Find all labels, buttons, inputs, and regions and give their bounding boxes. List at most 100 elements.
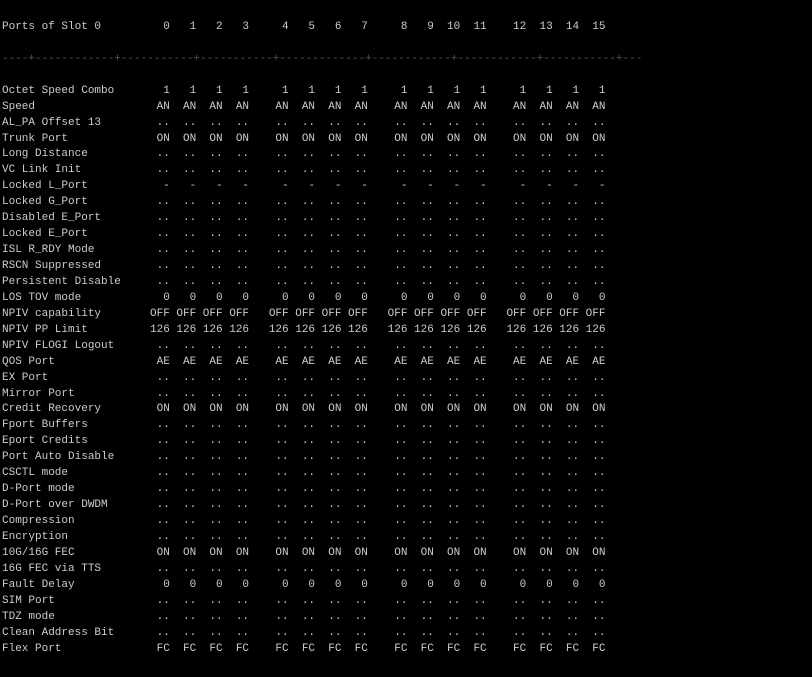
row-values: 1 1 1 1 1 1 1 1 1 1 1 1 1 1 1 1 xyxy=(150,84,810,100)
table-row: VC Link Init .. .. .. .. .. .. .. .. .. … xyxy=(2,163,810,179)
row-values: AN AN AN AN AN AN AN AN AN AN AN AN AN A… xyxy=(150,100,810,116)
row-label: TDZ mode xyxy=(2,610,150,626)
row-values: .. .. .. .. .. .. .. .. .. .. .. .. .. .… xyxy=(150,514,810,530)
row-label: CSCTL mode xyxy=(2,466,150,482)
table-row: Locked G_Port .. .. .. .. .. .. .. .. ..… xyxy=(2,195,810,211)
table-row: 10G/16G FEC ON ON ON ON ON ON ON ON ON O… xyxy=(2,546,810,562)
table-row: TDZ mode .. .. .. .. .. .. .. .. .. .. .… xyxy=(2,610,810,626)
row-label: Fault Delay xyxy=(2,578,150,594)
table-row: Speed AN AN AN AN AN AN AN AN AN AN AN A… xyxy=(2,100,810,116)
row-values: .. .. .. .. .. .. .. .. .. .. .. .. .. .… xyxy=(150,450,810,466)
row-label: Trunk Port xyxy=(2,132,150,148)
row-values: .. .. .. .. .. .. .. .. .. .. .. .. .. .… xyxy=(150,259,810,275)
header-cols: 0 1 2 3 4 5 6 7 8 9 10 11 12 13 14 15 xyxy=(150,20,810,36)
table-row: Fault Delay 0 0 0 0 0 0 0 0 0 0 0 0 0 0 … xyxy=(2,578,810,594)
row-label: Persistent Disable xyxy=(2,275,150,291)
row-label: 16G FEC via TTS xyxy=(2,562,150,578)
row-values: - - - - - - - - - - - - - - - - xyxy=(150,179,810,195)
row-label: D-Port over DWDM xyxy=(2,498,150,514)
row-values: AE AE AE AE AE AE AE AE AE AE AE AE AE A… xyxy=(150,355,810,371)
row-values: 0 0 0 0 0 0 0 0 0 0 0 0 0 0 0 0 xyxy=(150,578,810,594)
table-row: Eport Credits .. .. .. .. .. .. .. .. ..… xyxy=(2,434,810,450)
row-label: Credit Recovery xyxy=(2,402,150,418)
row-label: 10G/16G FEC xyxy=(2,546,150,562)
row-label: Flex Port xyxy=(2,642,150,658)
row-label: Fport Buffers xyxy=(2,418,150,434)
row-values: .. .. .. .. .. .. .. .. .. .. .. .. .. .… xyxy=(150,594,810,610)
row-label: Compression xyxy=(2,514,150,530)
row-values: .. .. .. .. .. .. .. .. .. .. .. .. .. .… xyxy=(150,371,810,387)
table-row: Mirror Port .. .. .. .. .. .. .. .. .. .… xyxy=(2,387,810,403)
row-label: Disabled E_Port xyxy=(2,211,150,227)
row-label: NPIV PP Limit xyxy=(2,323,150,339)
table-row: Credit Recovery ON ON ON ON ON ON ON ON … xyxy=(2,402,810,418)
row-values: ON ON ON ON ON ON ON ON ON ON ON ON ON O… xyxy=(150,132,810,148)
table-row: Locked L_Port - - - - - - - - - - - - - … xyxy=(2,179,810,195)
table-row: Clean Address Bit .. .. .. .. .. .. .. .… xyxy=(2,626,810,642)
row-label: Clean Address Bit xyxy=(2,626,150,642)
row-label: Octet Speed Combo xyxy=(2,84,150,100)
table-row: NPIV PP Limit126 126 126 126 126 126 126… xyxy=(2,323,810,339)
table-row: D-Port over DWDM .. .. .. .. .. .. .. ..… xyxy=(2,498,810,514)
row-values: OFF OFF OFF OFF OFF OFF OFF OFF OFF OFF … xyxy=(150,307,810,323)
table-row: EX Port .. .. .. .. .. .. .. .. .. .. ..… xyxy=(2,371,810,387)
table-row: Encryption .. .. .. .. .. .. .. .. .. ..… xyxy=(2,530,810,546)
separator-row: ----+------------+-----------+----------… xyxy=(2,52,810,68)
row-values: .. .. .. .. .. .. .. .. .. .. .. .. .. .… xyxy=(150,275,810,291)
table-row: Locked E_Port .. .. .. .. .. .. .. .. ..… xyxy=(2,227,810,243)
table-row: D-Port mode .. .. .. .. .. .. .. .. .. .… xyxy=(2,482,810,498)
row-values: .. .. .. .. .. .. .. .. .. .. .. .. .. .… xyxy=(150,418,810,434)
row-values: .. .. .. .. .. .. .. .. .. .. .. .. .. .… xyxy=(150,530,810,546)
table-row: Port Auto Disable .. .. .. .. .. .. .. .… xyxy=(2,450,810,466)
row-label: Locked E_Port xyxy=(2,227,150,243)
row-label: SIM Port xyxy=(2,594,150,610)
table-row: Persistent Disable .. .. .. .. .. .. .. … xyxy=(2,275,810,291)
row-values: .. .. .. .. .. .. .. .. .. .. .. .. .. .… xyxy=(150,163,810,179)
row-label: NPIV capability xyxy=(2,307,150,323)
table-row: Long Distance .. .. .. .. .. .. .. .. ..… xyxy=(2,147,810,163)
row-values: ON ON ON ON ON ON ON ON ON ON ON ON ON O… xyxy=(150,546,810,562)
row-label: Locked L_Port xyxy=(2,179,150,195)
header-label: Ports of Slot 0 xyxy=(2,20,150,36)
row-label: Eport Credits xyxy=(2,434,150,450)
table-row: AL_PA Offset 13 .. .. .. .. .. .. .. .. … xyxy=(2,116,810,132)
row-values: .. .. .. .. .. .. .. .. .. .. .. .. .. .… xyxy=(150,116,810,132)
row-values: .. .. .. .. .. .. .. .. .. .. .. .. .. .… xyxy=(150,387,810,403)
terminal-output: Ports of Slot 0 0 1 2 3 4 5 6 7 8 9 10 1… xyxy=(0,0,812,677)
table-row: SIM Port .. .. .. .. .. .. .. .. .. .. .… xyxy=(2,594,810,610)
row-values: .. .. .. .. .. .. .. .. .. .. .. .. .. .… xyxy=(150,610,810,626)
table-row: NPIV FLOGI Logout .. .. .. .. .. .. .. .… xyxy=(2,339,810,355)
table-row: 16G FEC via TTS .. .. .. .. .. .. .. .. … xyxy=(2,562,810,578)
row-values: .. .. .. .. .. .. .. .. .. .. .. .. .. .… xyxy=(150,195,810,211)
row-values: .. .. .. .. .. .. .. .. .. .. .. .. .. .… xyxy=(150,339,810,355)
row-label: LOS TOV mode xyxy=(2,291,150,307)
row-values: FC FC FC FC FC FC FC FC FC FC FC FC FC F… xyxy=(150,642,810,658)
row-label: RSCN Suppressed xyxy=(2,259,150,275)
row-values: .. .. .. .. .. .. .. .. .. .. .. .. .. .… xyxy=(150,147,810,163)
row-values: .. .. .. .. .. .. .. .. .. .. .. .. .. .… xyxy=(150,498,810,514)
table-row: Fport Buffers .. .. .. .. .. .. .. .. ..… xyxy=(2,418,810,434)
row-label: EX Port xyxy=(2,371,150,387)
row-values: .. .. .. .. .. .. .. .. .. .. .. .. .. .… xyxy=(150,434,810,450)
row-values: .. .. .. .. .. .. .. .. .. .. .. .. .. .… xyxy=(150,211,810,227)
row-label: Speed xyxy=(2,100,150,116)
row-values: ON ON ON ON ON ON ON ON ON ON ON ON ON O… xyxy=(150,402,810,418)
row-values: .. .. .. .. .. .. .. .. .. .. .. .. .. .… xyxy=(150,227,810,243)
table-row: Flex Port FC FC FC FC FC FC FC FC FC FC … xyxy=(2,642,810,658)
row-label: QOS Port xyxy=(2,355,150,371)
table-row: Octet Speed Combo 1 1 1 1 1 1 1 1 1 1 1 … xyxy=(2,84,810,100)
row-values: .. .. .. .. .. .. .. .. .. .. .. .. .. .… xyxy=(150,243,810,259)
row-label: Mirror Port xyxy=(2,387,150,403)
row-values: .. .. .. .. .. .. .. .. .. .. .. .. .. .… xyxy=(150,562,810,578)
row-values: 0 0 0 0 0 0 0 0 0 0 0 0 0 0 0 0 xyxy=(150,291,810,307)
row-label: Encryption xyxy=(2,530,150,546)
row-values: .. .. .. .. .. .. .. .. .. .. .. .. .. .… xyxy=(150,482,810,498)
row-label: Port Auto Disable xyxy=(2,450,150,466)
row-label: Locked G_Port xyxy=(2,195,150,211)
row-values: .. .. .. .. .. .. .. .. .. .. .. .. .. .… xyxy=(150,626,810,642)
table-row: Trunk Port ON ON ON ON ON ON ON ON ON ON… xyxy=(2,132,810,148)
row-label: AL_PA Offset 13 xyxy=(2,116,150,132)
table-row: RSCN Suppressed .. .. .. .. .. .. .. .. … xyxy=(2,259,810,275)
row-values: .. .. .. .. .. .. .. .. .. .. .. .. .. .… xyxy=(150,466,810,482)
table-row: Disabled E_Port .. .. .. .. .. .. .. .. … xyxy=(2,211,810,227)
